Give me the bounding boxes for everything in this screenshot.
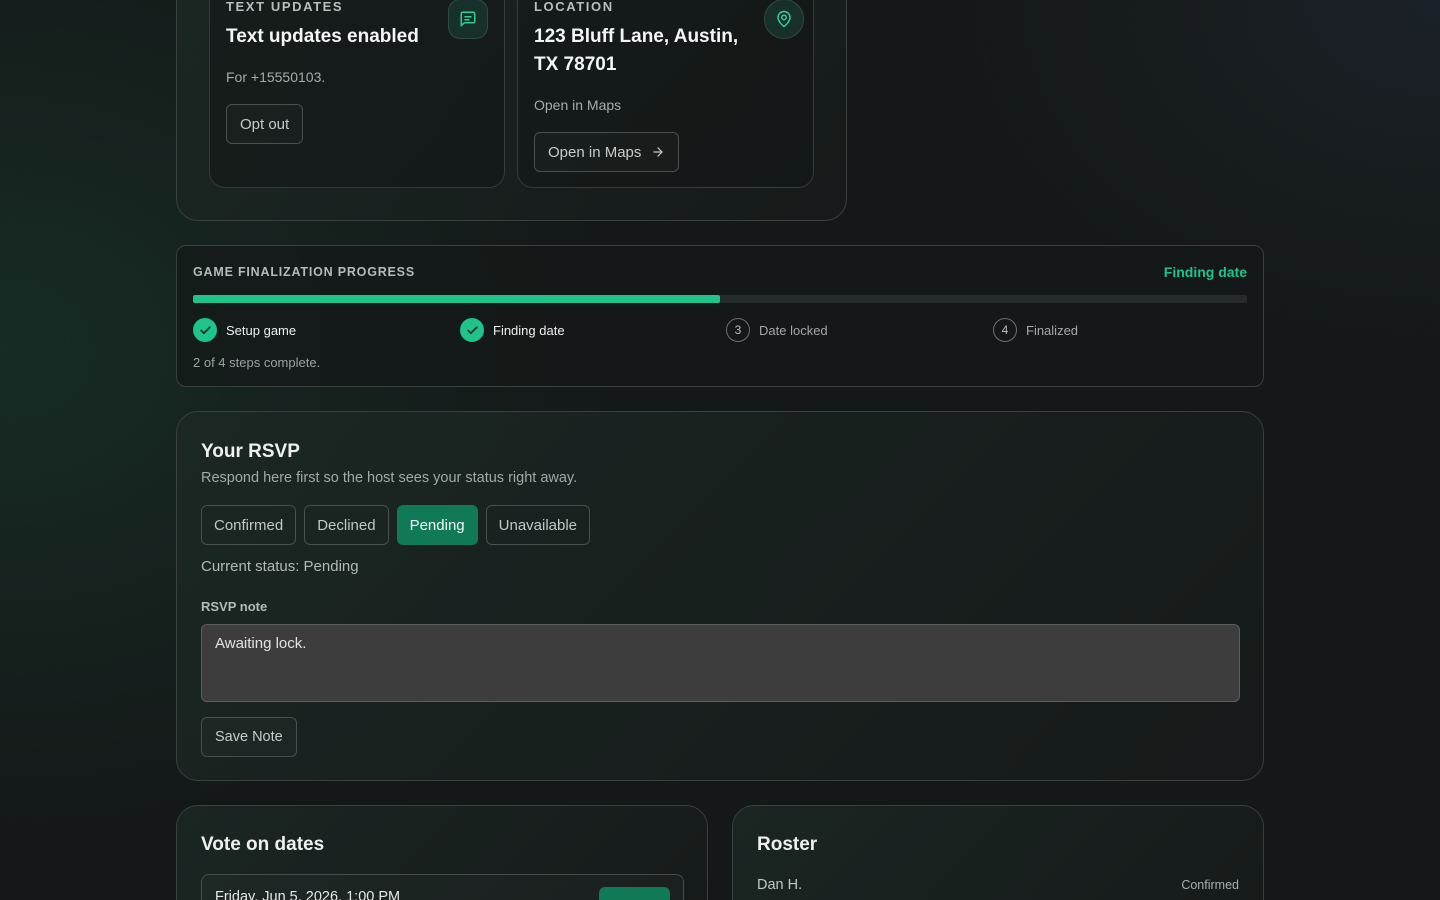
message-icon [448,0,488,39]
progress-bar [193,295,1247,303]
rsvp-options: Confirmed Declined Pending Unavailable [201,505,591,545]
rsvp-option-pending-button[interactable]: Pending [396,505,478,545]
progress-step-label: Setup game [226,322,297,338]
progress-step-label: Date locked [759,322,828,338]
date-option-label: Friday, Jun 5, 2026, 1:00 PM [215,889,401,900]
progress-bar-fill [193,295,720,303]
progress-status: Finding date [1163,264,1247,280]
rsvp-description: Respond here first so the host sees your… [201,470,578,486]
open-in-maps-button[interactable]: Open in Maps [534,132,680,172]
progress-footer: 2 of 4 steps complete. [193,355,321,370]
progress-step: 4 Finalized [993,318,1078,342]
rsvp-current-status: Current status: Pending [201,558,359,575]
roster-member-status: Confirmed [1181,878,1239,892]
finalization-progress-panel: GAME FINALIZATION PROGRESS Finding date … [176,245,1264,387]
location-kicker: LOCATION [534,0,614,14]
rsvp-note-field[interactable]: Awaiting lock. [201,624,1240,702]
opt-out-button[interactable]: Opt out [226,104,304,144]
save-note-button[interactable]: Save Note [201,717,297,757]
location-card: LOCATION 123 Bluff Lane, Austin, TX 7870… [517,0,814,188]
progress-step: 3 Date locked [726,318,828,342]
open-in-maps-label: Open in Maps [548,143,642,161]
check-icon [193,318,217,342]
arrow-right-icon [653,147,664,157]
vote-title: Vote on dates [201,834,325,855]
progress-step-label: Finalized [1026,322,1079,338]
text-updates-card: TEXT UPDATES Text updates enabled For +1… [209,0,505,188]
location-maps-text: Open in Maps [534,97,622,113]
vote-dates-panel: Vote on dates Friday, Jun 5, 2026, 1:00 … [176,805,708,900]
location-address: 123 Bluff Lane, Austin, TX 78701 [534,26,739,75]
step-number: 4 [993,318,1017,342]
progress-step: Setup game [193,318,296,342]
text-updates-phone: For +15550103. [226,69,326,85]
step-number: 3 [726,318,750,342]
vote-button[interactable] [599,887,670,900]
roster-panel: Roster Dan H. Confirmed [732,805,1264,900]
rsvp-option-confirmed-button[interactable]: Confirmed [201,505,297,545]
text-updates-title: Text updates enabled [226,26,419,47]
progress-step-label: Finding date [493,322,565,338]
date-option-row[interactable]: Friday, Jun 5, 2026, 1:00 PM [201,874,684,900]
rsvp-panel: Your RSVP Respond here first so the host… [176,411,1264,781]
check-icon [460,318,484,342]
rsvp-option-declined-button[interactable]: Declined [304,505,389,545]
text-updates-kicker: TEXT UPDATES [226,0,344,14]
rsvp-option-unavailable-button[interactable]: Unavailable [485,505,591,545]
roster-member-name: Dan H. [757,877,803,893]
progress-title: GAME FINALIZATION PROGRESS [193,265,415,279]
rsvp-note-label: RSVP note [201,599,268,614]
rsvp-title: Your RSVP [201,441,300,462]
progress-step: Finding date [460,318,565,342]
roster-title: Roster [757,834,818,855]
map-pin-icon [764,0,804,39]
